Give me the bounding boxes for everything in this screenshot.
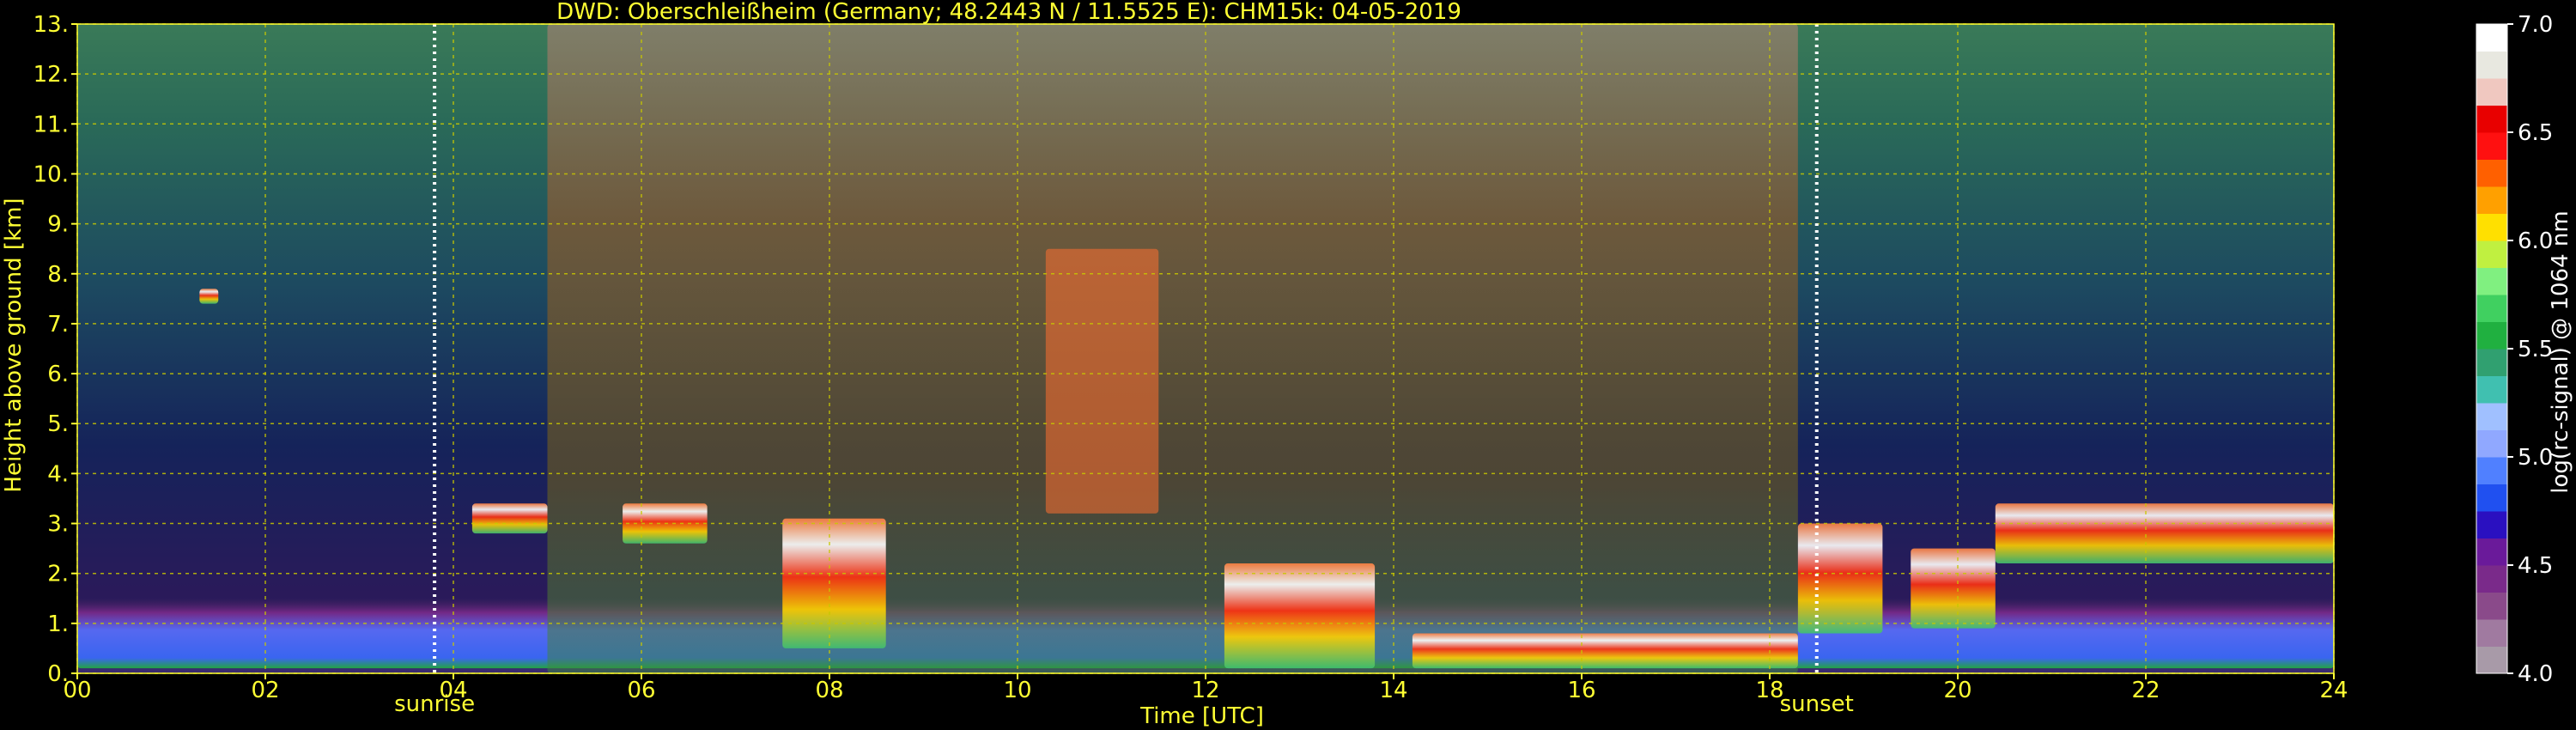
colorbar-label: log(rc-signal) @ 1064 nm xyxy=(2548,210,2573,493)
y-tick-label: 9. xyxy=(47,212,69,238)
layer-cirrus xyxy=(1045,248,1159,514)
colorbar-swatch xyxy=(2476,24,2507,52)
y-tick-label: 8. xyxy=(47,262,69,288)
y-tick-label: 3. xyxy=(47,512,69,538)
x-tick-label: 12 xyxy=(1191,678,1219,703)
x-tick-label: 16 xyxy=(1567,678,1595,703)
colorbar-swatch xyxy=(2476,186,2507,214)
x-tick-label: 02 xyxy=(251,678,279,703)
layer-cloud xyxy=(782,518,886,648)
colorbar-swatch xyxy=(2476,295,2507,322)
colorbar-swatch xyxy=(2476,592,2507,620)
colorbar-swatch xyxy=(2476,457,2507,484)
x-tick-label: 24 xyxy=(2319,678,2348,703)
layer-cloud xyxy=(1224,563,1376,669)
layer-small-cloud xyxy=(199,289,219,304)
colorbar-swatch xyxy=(2476,78,2507,106)
colorbar-swatch xyxy=(2476,403,2507,430)
colorbar-swatch xyxy=(2476,375,2507,404)
y-tick-label: 1. xyxy=(47,611,69,637)
x-tick-label: 08 xyxy=(815,678,843,703)
x-tick-label: 04 xyxy=(439,678,467,703)
layer-cloud xyxy=(1797,523,1883,634)
colorbar-swatch xyxy=(2476,105,2507,133)
colorbar-swatch xyxy=(2476,511,2507,538)
chart-svg: sunrise sunset 00 02 04 06 08 10 12 14 16 18 20 22 24… xyxy=(1,0,2573,729)
colorbar-swatch xyxy=(2476,132,2507,160)
colorbar-tick-label: 6.5 xyxy=(2518,120,2553,146)
colorbar-tick-label: 4.0 xyxy=(2518,661,2553,687)
x-tick-label: 06 xyxy=(627,678,655,703)
x-axis-label: Time [UTC] xyxy=(1139,703,1264,729)
y-tick-label: 11. xyxy=(33,112,69,137)
y-tick-label: 12. xyxy=(33,62,69,88)
y-tick-label: 6. xyxy=(47,362,69,387)
colorbar-tick-label: 4.5 xyxy=(2518,553,2553,579)
y-tick-label: 13. xyxy=(33,12,69,38)
y-tick-label: 2. xyxy=(47,562,69,587)
y-axis-label: Height above ground [km] xyxy=(1,198,27,492)
chart-title: DWD: Oberschleißheim (Germany; 48.2443 N… xyxy=(556,0,1461,25)
colorbar-swatch xyxy=(2476,429,2507,458)
colorbar-tick-label: 7.0 xyxy=(2518,12,2553,38)
x-tick-label: 18 xyxy=(1755,678,1783,703)
y-tick-label: 5. xyxy=(47,411,69,437)
y-tick-label: 4. xyxy=(47,461,69,487)
y-tick-label: 7. xyxy=(47,312,69,338)
y-tick-label: 0. xyxy=(47,661,69,687)
ceilometer-plot: sunrise sunset 00 02 04 06 08 10 12 14 16 18 20 22 24… xyxy=(0,0,2576,730)
colorbar-swatch xyxy=(2476,619,2507,647)
layer-cloud xyxy=(1911,548,1996,629)
x-tick-label: 14 xyxy=(1379,678,1407,703)
colorbar-swatch xyxy=(2476,321,2507,350)
y-tick-label: 10. xyxy=(33,161,69,187)
colorbar: 4.04.55.05.56.06.57.0 xyxy=(2476,12,2553,687)
colorbar-swatch xyxy=(2476,213,2507,241)
colorbar-swatch xyxy=(2476,538,2507,566)
layer-cloud xyxy=(1412,633,1798,669)
colorbar-swatch xyxy=(2476,646,2507,674)
layer-daytime-residual-noise xyxy=(547,24,1798,673)
x-tick-label: 22 xyxy=(2131,678,2160,703)
colorbar-swatch xyxy=(2476,484,2507,512)
colorbar-swatch xyxy=(2476,267,2507,295)
layer-cloud xyxy=(1995,503,2334,564)
annotation-label: sunset xyxy=(1780,691,1854,717)
layer-cloud xyxy=(471,503,548,534)
colorbar-swatch xyxy=(2476,51,2507,79)
colorbar-swatch xyxy=(2476,240,2507,268)
x-tick-label: 10 xyxy=(1003,678,1031,703)
colorbar-swatch xyxy=(2476,159,2507,187)
colorbar-swatch xyxy=(2476,565,2507,593)
x-tick-label: 20 xyxy=(1943,678,1971,703)
colorbar-swatch xyxy=(2476,349,2507,376)
